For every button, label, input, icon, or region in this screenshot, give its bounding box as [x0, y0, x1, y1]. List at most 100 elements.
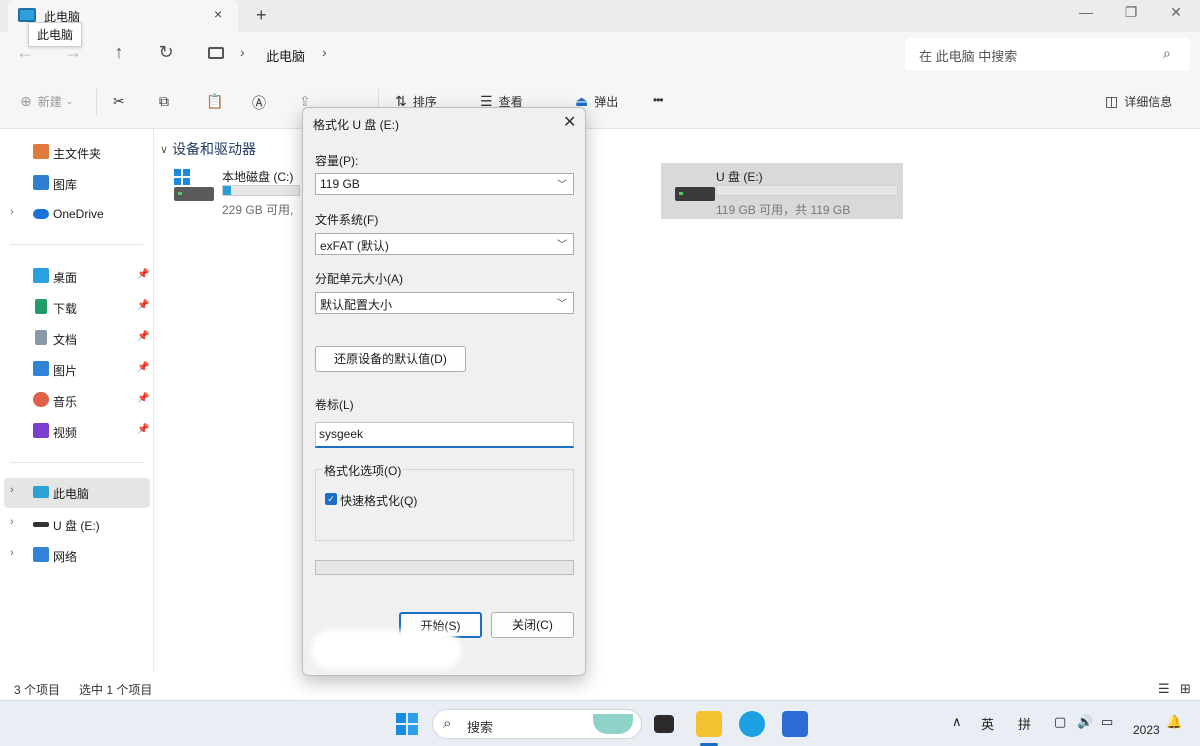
- maximize-button[interactable]: ❐: [1116, 4, 1146, 21]
- cut-icon[interactable]: ✂: [113, 93, 125, 110]
- start-icon[interactable]: [396, 713, 418, 735]
- drive-name: U 盘 (E:): [716, 170, 763, 184]
- details-button[interactable]: ◫ 详细信息: [1105, 93, 1172, 110]
- clock-year[interactable]: 2023: [1133, 723, 1160, 737]
- search-box[interactable]: 在 此电脑 中搜索 ⌕: [905, 38, 1190, 70]
- minimize-button[interactable]: —: [1071, 4, 1101, 20]
- pin-icon: 📌: [137, 269, 150, 280]
- details-label: 详细信息: [1124, 95, 1173, 109]
- command-bar: ⊕ 新建 ⌄ ✂ ⧉ 📋 Ⓐ ⇪ ⇅ 排序 ☰ 查看 ⏏ 弹出 ••• ◫ 详细…: [0, 77, 1200, 129]
- expand-chevron-icon[interactable]: ›: [10, 484, 14, 496]
- allocation-size-select[interactable]: 默认配置大小 ﹀: [315, 292, 574, 314]
- volume-icon[interactable]: 🔊: [1077, 714, 1093, 730]
- tab-close-icon[interactable]: ×: [214, 6, 222, 22]
- dialog-title: 格式化 U 盘 (E:): [313, 118, 399, 132]
- new-button[interactable]: ⊕ 新建 ⌄: [20, 93, 73, 110]
- details-pane-icon: ◫: [1105, 93, 1119, 109]
- sidebar-item-documents[interactable]: 文档 📌: [4, 324, 150, 352]
- details-view-icon[interactable]: ☰: [1158, 681, 1170, 697]
- expand-chevron-icon[interactable]: ›: [10, 206, 14, 218]
- sidebar-item-label: 此电脑: [53, 487, 90, 501]
- notification-bell-icon[interactable]: 🔔: [1166, 714, 1182, 730]
- close-icon[interactable]: ✕: [563, 112, 576, 132]
- ime-language[interactable]: 英: [981, 714, 994, 733]
- usb-drive-icon: [33, 522, 49, 527]
- new-tab-button[interactable]: +: [256, 5, 267, 26]
- search-highlight-icon: [593, 714, 633, 734]
- filesystem-label: 文件系统(F): [315, 213, 379, 227]
- drive-e[interactable]: U 盘 (E:) 119 GB 可用，共 119 GB: [661, 163, 903, 219]
- chevron-right-icon[interactable]: ›: [240, 44, 245, 60]
- expand-chevron-icon[interactable]: ›: [10, 516, 14, 528]
- restore-defaults-button[interactable]: 还原设备的默认值(D): [315, 346, 466, 372]
- pin-icon: 📌: [137, 300, 150, 311]
- taskbar-search[interactable]: ⌕ 搜索: [432, 709, 642, 739]
- rename-icon[interactable]: Ⓐ: [252, 93, 266, 113]
- volume-label-label: 卷标(L): [315, 398, 354, 412]
- sidebar-item-downloads[interactable]: 下载 📌: [4, 293, 150, 321]
- taskbar-search-placeholder: 搜索: [467, 720, 494, 735]
- group-header[interactable]: ∨ 设备和驱动器: [160, 139, 256, 159]
- store-icon[interactable]: [782, 711, 808, 737]
- capacity-value: 119 GB: [320, 177, 360, 191]
- allocation-size-label: 分配单元大小(A): [315, 272, 403, 286]
- this-pc-icon: [33, 486, 49, 498]
- volume-label-input[interactable]: sysgeek: [315, 422, 574, 448]
- drive-free-space: 229 GB 可用,: [222, 203, 294, 217]
- sidebar-item-label: U 盘 (E:): [53, 519, 100, 533]
- close-window-button[interactable]: ✕: [1161, 4, 1191, 21]
- sidebar-item-network[interactable]: › 网络: [4, 541, 150, 569]
- sidebar-item-desktop[interactable]: 桌面 📌: [4, 262, 150, 290]
- filesystem-select[interactable]: exFAT (默认) ﹀: [315, 233, 574, 255]
- sidebar-item-home[interactable]: 主文件夹: [4, 138, 150, 166]
- copy-icon[interactable]: ⧉: [159, 93, 169, 110]
- sidebar-item-label: 下载: [53, 302, 78, 316]
- expand-chevron-icon[interactable]: ›: [10, 547, 14, 559]
- sidebar-item-label: 桌面: [53, 271, 78, 285]
- pin-icon: 📌: [137, 393, 150, 404]
- tiles-view-icon[interactable]: ⊞: [1180, 681, 1191, 697]
- sidebar-item-onedrive[interactable]: › OneDrive: [4, 200, 150, 228]
- pin-icon: 📌: [137, 362, 150, 373]
- sidebar-item-usb-drive[interactable]: › U 盘 (E:): [4, 510, 150, 538]
- quick-format-checkbox[interactable]: ✓: [325, 493, 337, 505]
- title-bar: 此电脑 × + — ❐ ✕: [0, 0, 1200, 32]
- sidebar-item-music[interactable]: 音乐 📌: [4, 386, 150, 414]
- message-icon[interactable]: ▢: [1054, 714, 1066, 730]
- drive-name: 本地磁盘 (C:): [222, 170, 294, 184]
- usb-drive-icon: [675, 187, 715, 201]
- gallery-icon: [33, 175, 49, 190]
- sidebar-item-videos[interactable]: 视频 📌: [4, 417, 150, 445]
- sidebar-item-pictures[interactable]: 图片 📌: [4, 355, 150, 383]
- drive-usage-fill: [223, 186, 231, 195]
- chevron-right-icon[interactable]: ›: [322, 44, 327, 60]
- drive-usage-bar: [222, 185, 300, 196]
- sidebar-item-gallery[interactable]: 图库: [4, 169, 150, 197]
- up-button[interactable]: ↑: [106, 42, 132, 63]
- file-explorer-icon[interactable]: [696, 711, 722, 737]
- sidebar-item-this-pc[interactable]: › 此电脑: [4, 478, 150, 508]
- paste-icon[interactable]: 📋: [206, 93, 223, 110]
- ime-mode[interactable]: 拼: [1018, 714, 1031, 733]
- new-label: 新建: [37, 95, 62, 109]
- pin-icon: 📌: [137, 331, 150, 342]
- quick-format-label[interactable]: 快速格式化(Q): [340, 492, 417, 509]
- documents-icon: [35, 330, 47, 345]
- sidebar-item-label: 主文件夹: [53, 147, 102, 161]
- breadcrumb[interactable]: 此电脑: [266, 46, 305, 65]
- navigation-pane: 主文件夹 图库 › OneDrive 桌面 📌 下载 📌 文档 📌 图片 📌 音…: [0, 129, 154, 672]
- drive-c[interactable]: 本地磁盘 (C:) 229 GB 可用,: [160, 163, 300, 219]
- tray-overflow-icon[interactable]: ∧: [952, 714, 962, 730]
- sidebar-item-label: 图库: [53, 178, 78, 192]
- battery-icon[interactable]: ▭: [1101, 714, 1113, 730]
- close-button[interactable]: 关闭(C): [491, 612, 574, 638]
- format-options-group: 格式化选项(O) ✓ 快速格式化(Q): [315, 462, 574, 541]
- selected-count: 选中 1 个项目: [79, 683, 153, 697]
- chevron-down-icon: ⌄: [65, 96, 74, 106]
- refresh-button[interactable]: ↻: [153, 42, 179, 63]
- capacity-select[interactable]: 119 GB ﹀: [315, 173, 574, 195]
- edge-icon[interactable]: [739, 711, 765, 737]
- task-view-icon[interactable]: [654, 715, 674, 733]
- address-bar[interactable]: › 此电脑 ›: [198, 38, 888, 70]
- more-options-icon[interactable]: •••: [653, 93, 664, 107]
